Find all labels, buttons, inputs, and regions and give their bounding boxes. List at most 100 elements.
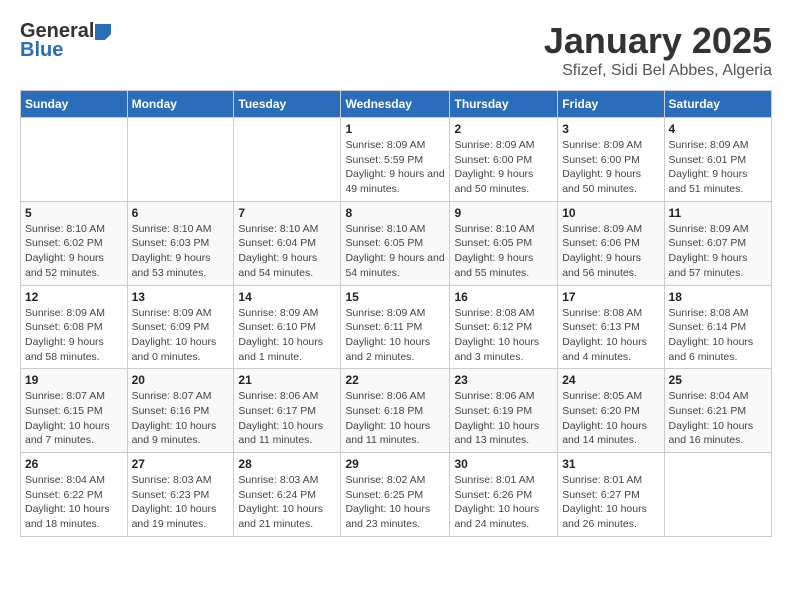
day-info: Sunrise: 8:10 AM Sunset: 6:02 PM Dayligh… (25, 222, 123, 281)
calendar-cell (21, 118, 128, 202)
day-number: 4 (669, 122, 767, 136)
day-number: 1 (345, 122, 445, 136)
day-number: 2 (454, 122, 553, 136)
calendar-cell: 15 Sunrise: 8:09 AM Sunset: 6:11 PM Dayli… (341, 285, 450, 369)
day-number: 19 (25, 373, 123, 387)
day-info: Sunrise: 8:10 AM Sunset: 6:03 PM Dayligh… (132, 222, 230, 281)
calendar-cell (664, 453, 771, 537)
day-info: Sunrise: 8:06 AM Sunset: 6:19 PM Dayligh… (454, 389, 553, 448)
weekday-header: Tuesday (234, 91, 341, 118)
day-number: 17 (562, 290, 659, 304)
day-info: Sunrise: 8:09 AM Sunset: 6:01 PM Dayligh… (669, 138, 767, 197)
calendar-table: SundayMondayTuesdayWednesdayThursdayFrid… (20, 90, 772, 537)
calendar-cell: 28Sunrise: 8:03 AM Sunset: 6:24 PM Dayli… (234, 453, 341, 537)
weekday-header: Monday (127, 91, 234, 118)
day-number: 18 (669, 290, 767, 304)
title-block: January 2025 Sfizef, Sidi Bel Abbes, Alg… (544, 20, 772, 80)
day-info: Sunrise: 8:01 AM Sunset: 6:27 PM Dayligh… (562, 473, 659, 532)
calendar-cell: 6Sunrise: 8:10 AM Sunset: 6:03 PM Daylig… (127, 201, 234, 285)
weekday-header: Friday (558, 91, 664, 118)
calendar-week-row: 1 Sunrise: 8:09 AM Sunset: 5:59 PM Daylig… (21, 118, 772, 202)
calendar-cell: 18 Sunrise: 8:08 AM Sunset: 6:14 PM Dayli… (664, 285, 771, 369)
day-number: 3 (562, 122, 659, 136)
calendar-cell: 1 Sunrise: 8:09 AM Sunset: 5:59 PM Daylig… (341, 118, 450, 202)
day-number: 23 (454, 373, 553, 387)
calendar-week-row: 19 Sunrise: 8:07 AM Sunset: 6:15 PM Dayli… (21, 369, 772, 453)
calendar-cell: 4 Sunrise: 8:09 AM Sunset: 6:01 PM Daylig… (664, 118, 771, 202)
calendar-cell: 24 Sunrise: 8:05 AM Sunset: 6:20 PM Dayli… (558, 369, 664, 453)
day-number: 20 (132, 373, 230, 387)
calendar-cell: 27 Sunrise: 8:03 AM Sunset: 6:23 PM Dayli… (127, 453, 234, 537)
calendar-cell: 25Sunrise: 8:04 AM Sunset: 6:21 PM Dayli… (664, 369, 771, 453)
day-info: Sunrise: 8:09 AM Sunset: 6:10 PM Dayligh… (238, 306, 336, 365)
day-info: Sunrise: 8:06 AM Sunset: 6:17 PM Dayligh… (238, 389, 336, 448)
day-number: 9 (454, 206, 553, 220)
weekday-header: Wednesday (341, 91, 450, 118)
day-info: Sunrise: 8:08 AM Sunset: 6:12 PM Dayligh… (454, 306, 553, 365)
day-number: 5 (25, 206, 123, 220)
day-number: 8 (345, 206, 445, 220)
day-number: 11 (669, 206, 767, 220)
day-info: Sunrise: 8:02 AM Sunset: 6:25 PM Dayligh… (345, 473, 445, 532)
calendar-cell: 20 Sunrise: 8:07 AM Sunset: 6:16 PM Dayli… (127, 369, 234, 453)
day-info: Sunrise: 8:09 AM Sunset: 6:00 PM Dayligh… (562, 138, 659, 197)
day-number: 27 (132, 457, 230, 471)
calendar-cell: 9 Sunrise: 8:10 AM Sunset: 6:05 PM Daylig… (450, 201, 558, 285)
calendar-header-row: SundayMondayTuesdayWednesdayThursdayFrid… (21, 91, 772, 118)
calendar-cell: 12Sunrise: 8:09 AM Sunset: 6:08 PM Dayli… (21, 285, 128, 369)
subtitle: Sfizef, Sidi Bel Abbes, Algeria (544, 62, 772, 80)
logo-icon (95, 24, 111, 40)
month-title: January 2025 (544, 20, 772, 62)
day-info: Sunrise: 8:06 AM Sunset: 6:18 PM Dayligh… (345, 389, 445, 448)
calendar-cell: 5 Sunrise: 8:10 AM Sunset: 6:02 PM Daylig… (21, 201, 128, 285)
calendar-cell: 29 Sunrise: 8:02 AM Sunset: 6:25 PM Dayli… (341, 453, 450, 537)
calendar-cell: 26Sunrise: 8:04 AM Sunset: 6:22 PM Dayli… (21, 453, 128, 537)
day-info: Sunrise: 8:09 AM Sunset: 6:07 PM Dayligh… (669, 222, 767, 281)
day-number: 28 (238, 457, 336, 471)
day-info: Sunrise: 8:09 AM Sunset: 6:11 PM Dayligh… (345, 306, 445, 365)
calendar-cell: 14Sunrise: 8:09 AM Sunset: 6:10 PM Dayli… (234, 285, 341, 369)
calendar-cell: 13 Sunrise: 8:09 AM Sunset: 6:09 PM Dayli… (127, 285, 234, 369)
day-info: Sunrise: 8:05 AM Sunset: 6:20 PM Dayligh… (562, 389, 659, 448)
day-number: 13 (132, 290, 230, 304)
day-info: Sunrise: 8:08 AM Sunset: 6:14 PM Dayligh… (669, 306, 767, 365)
day-info: Sunrise: 8:09 AM Sunset: 6:09 PM Dayligh… (132, 306, 230, 365)
day-number: 25 (669, 373, 767, 387)
weekday-header: Thursday (450, 91, 558, 118)
day-number: 22 (345, 373, 445, 387)
calendar-cell: 31 Sunrise: 8:01 AM Sunset: 6:27 PM Dayli… (558, 453, 664, 537)
day-info: Sunrise: 8:10 AM Sunset: 6:05 PM Dayligh… (345, 222, 445, 281)
day-number: 24 (562, 373, 659, 387)
day-info: Sunrise: 8:10 AM Sunset: 6:05 PM Dayligh… (454, 222, 553, 281)
calendar-week-row: 5 Sunrise: 8:10 AM Sunset: 6:02 PM Daylig… (21, 201, 772, 285)
day-info: Sunrise: 8:08 AM Sunset: 6:13 PM Dayligh… (562, 306, 659, 365)
day-number: 12 (25, 290, 123, 304)
weekday-header: Sunday (21, 91, 128, 118)
logo-blue: Blue (20, 39, 63, 62)
day-number: 21 (238, 373, 336, 387)
day-number: 29 (345, 457, 445, 471)
page-header: General Blue January 2025 Sfizef, Sidi B… (20, 20, 772, 80)
calendar-week-row: 12Sunrise: 8:09 AM Sunset: 6:08 PM Dayli… (21, 285, 772, 369)
day-info: Sunrise: 8:09 AM Sunset: 6:06 PM Dayligh… (562, 222, 659, 281)
day-number: 16 (454, 290, 553, 304)
calendar-cell: 3 Sunrise: 8:09 AM Sunset: 6:00 PM Daylig… (558, 118, 664, 202)
day-info: Sunrise: 8:03 AM Sunset: 6:23 PM Dayligh… (132, 473, 230, 532)
day-number: 15 (345, 290, 445, 304)
calendar-cell: 30Sunrise: 8:01 AM Sunset: 6:26 PM Dayli… (450, 453, 558, 537)
calendar-cell: 23 Sunrise: 8:06 AM Sunset: 6:19 PM Dayli… (450, 369, 558, 453)
calendar-cell: 11 Sunrise: 8:09 AM Sunset: 6:07 PM Dayli… (664, 201, 771, 285)
day-info: Sunrise: 8:07 AM Sunset: 6:16 PM Dayligh… (132, 389, 230, 448)
day-number: 7 (238, 206, 336, 220)
day-info: Sunrise: 8:07 AM Sunset: 6:15 PM Dayligh… (25, 389, 123, 448)
calendar-cell: 16 Sunrise: 8:08 AM Sunset: 6:12 PM Dayli… (450, 285, 558, 369)
calendar-cell: 17 Sunrise: 8:08 AM Sunset: 6:13 PM Dayli… (558, 285, 664, 369)
calendar-cell: 22 Sunrise: 8:06 AM Sunset: 6:18 PM Dayli… (341, 369, 450, 453)
calendar-cell: 8 Sunrise: 8:10 AM Sunset: 6:05 PM Daylig… (341, 201, 450, 285)
day-number: 31 (562, 457, 659, 471)
day-number: 10 (562, 206, 659, 220)
day-info: Sunrise: 8:09 AM Sunset: 5:59 PM Dayligh… (345, 138, 445, 197)
day-number: 30 (454, 457, 553, 471)
calendar-week-row: 26Sunrise: 8:04 AM Sunset: 6:22 PM Dayli… (21, 453, 772, 537)
calendar-cell: 2Sunrise: 8:09 AM Sunset: 6:00 PM Daylig… (450, 118, 558, 202)
